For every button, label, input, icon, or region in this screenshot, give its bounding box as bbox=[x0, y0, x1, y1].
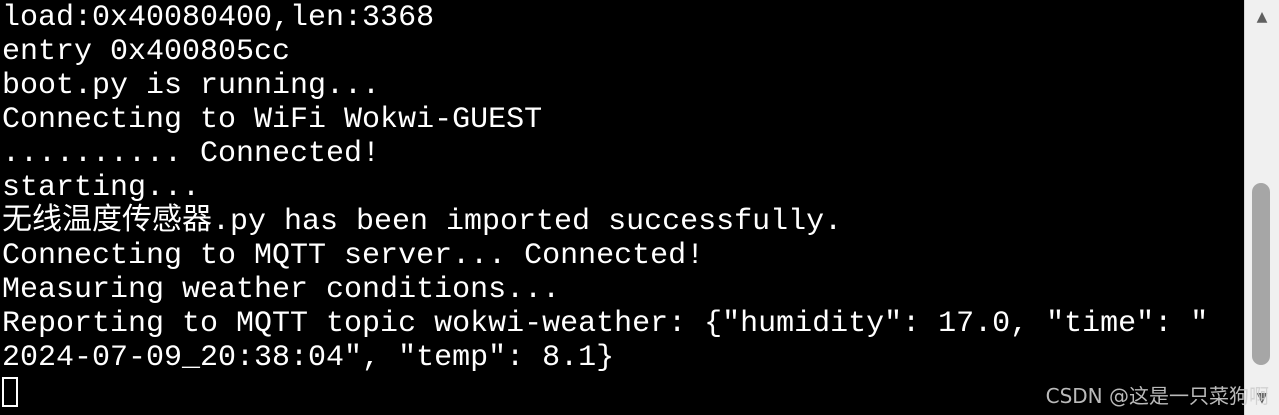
terminal-line: Reporting to MQTT topic wokwi-weather: {… bbox=[2, 307, 1209, 341]
terminal-output: load:0x40080400,len:3368 entry 0x400805cc… bbox=[2, 1, 1208, 409]
terminal-input-line[interactable] bbox=[2, 375, 1208, 409]
terminal-line: entry 0x400805cc bbox=[2, 35, 291, 69]
terminal-line: .......... Connected! bbox=[2, 137, 381, 171]
terminal-line: 2024-07-09_20:38:04", "temp": 8.1} bbox=[2, 341, 615, 375]
terminal-line: load:0x40080400,len:3368 bbox=[2, 1, 435, 35]
scroll-up-arrow-icon[interactable]: ▲ bbox=[1245, 0, 1279, 34]
terminal-line: boot.py is running... bbox=[2, 69, 381, 103]
terminal-line: starting... bbox=[2, 171, 201, 205]
serial-monitor-window: load:0x40080400,len:3368 entry 0x400805cc… bbox=[0, 0, 1279, 415]
text-cursor bbox=[2, 377, 18, 407]
terminal-line: 无线温度传感器.py has been imported successfull… bbox=[2, 205, 843, 239]
scrollbar-thumb[interactable] bbox=[1252, 183, 1270, 365]
vertical-scrollbar[interactable]: ▲ ▼ bbox=[1244, 0, 1279, 415]
terminal-output-area[interactable]: load:0x40080400,len:3368 entry 0x400805cc… bbox=[0, 0, 1244, 415]
terminal-line: Measuring weather conditions... bbox=[2, 273, 561, 307]
terminal-line: Connecting to WiFi Wokwi-GUEST bbox=[2, 103, 543, 137]
csdn-watermark: CSDN @这是一只菜狗啊 bbox=[1045, 384, 1269, 408]
terminal-line: Connecting to MQTT server... Connected! bbox=[2, 239, 705, 273]
